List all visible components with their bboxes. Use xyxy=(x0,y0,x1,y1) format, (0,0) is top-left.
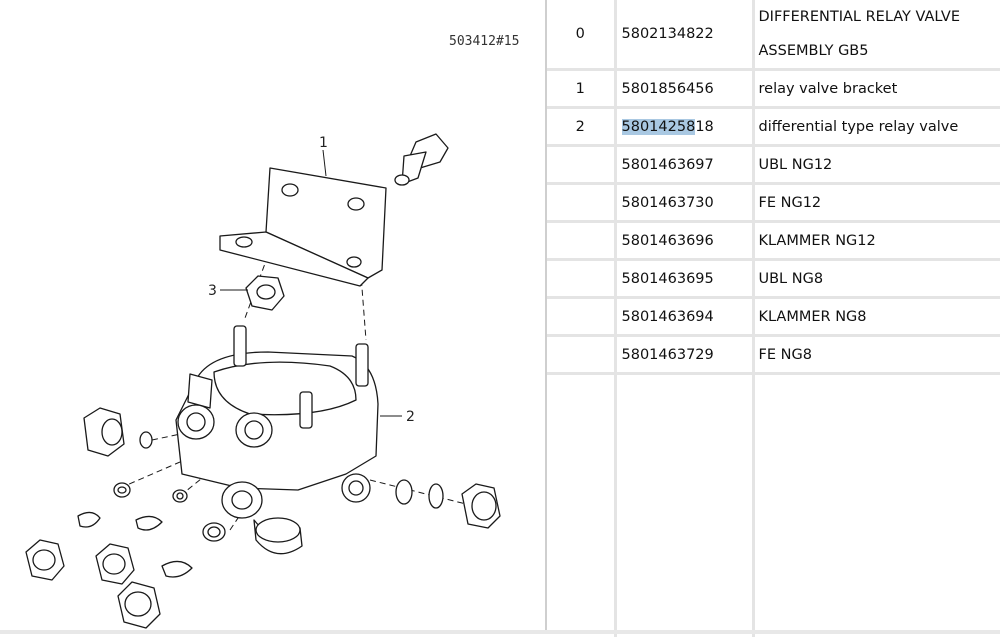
empty-cell xyxy=(547,374,615,637)
empty-cell xyxy=(753,374,1000,637)
table-row[interactable]: 5801463694 KLAMMER NG8 xyxy=(547,298,1000,336)
description-line: ASSEMBLY GB5 xyxy=(759,34,1000,68)
description-cell: FE NG8 xyxy=(753,336,1000,374)
part-number-cell[interactable]: 5801425818 xyxy=(615,108,753,146)
part-number-cell[interactable]: 5801463729 xyxy=(615,336,753,374)
table-row[interactable]: 5801463696 KLAMMER NG12 xyxy=(547,222,1000,260)
part-number-cell[interactable]: 5801463697 xyxy=(615,146,753,184)
description-cell: DIFFERENTIAL RELAY VALVE ASSEMBLY GB5 xyxy=(753,0,1000,70)
position-cell: 1 xyxy=(547,70,615,108)
description-cell: KLAMMER NG12 xyxy=(753,222,1000,260)
position-cell: 0 xyxy=(547,0,615,70)
table-row[interactable]: 2 5801425818 differential type relay val… xyxy=(547,108,1000,146)
table-row[interactable]: 5801463729 FE NG8 xyxy=(547,336,1000,374)
description-cell: UBL NG8 xyxy=(753,260,1000,298)
part-number-cell[interactable]: 5801463695 xyxy=(615,260,753,298)
bolt-part xyxy=(395,134,448,185)
drawing-id: 503412#15 xyxy=(449,34,519,49)
description-line: DIFFERENTIAL RELAY VALVE xyxy=(759,0,1000,34)
callout-3: 3 xyxy=(208,283,217,299)
position-cell xyxy=(547,222,615,260)
part-number-cell[interactable]: 5801463694 xyxy=(615,298,753,336)
differential-relay-valve-body xyxy=(176,326,378,554)
description-cell: differential type relay valve xyxy=(753,108,1000,146)
description-cell: FE NG12 xyxy=(753,184,1000,222)
description-cell: UBL NG12 xyxy=(753,146,1000,184)
position-cell xyxy=(547,260,615,298)
table-filler-row xyxy=(547,374,1000,637)
callout-2: 2 xyxy=(406,409,415,425)
position-cell xyxy=(547,184,615,222)
parts-list-pane: 0 5802134822 DIFFERENTIAL RELAY VALVE AS… xyxy=(547,0,1000,634)
selected-text[interactable]: 58014258 xyxy=(622,119,696,135)
exploded-diagram-pane: 503412#15 xyxy=(0,0,545,634)
table-row[interactable]: 5801463730 FE NG12 xyxy=(547,184,1000,222)
part-number-cell[interactable]: 5801463730 xyxy=(615,184,753,222)
position-cell: 2 xyxy=(547,108,615,146)
exploded-diagram: 1 3 2 xyxy=(0,0,545,634)
empty-cell xyxy=(615,374,753,637)
nut-part xyxy=(246,276,284,310)
part-number-cell[interactable]: 5802134822 xyxy=(615,0,753,70)
description-cell: relay valve bracket xyxy=(753,70,1000,108)
table-row[interactable]: 0 5802134822 DIFFERENTIAL RELAY VALVE AS… xyxy=(547,0,1000,70)
unselected-text: 18 xyxy=(695,119,713,135)
description-cell: KLAMMER NG8 xyxy=(753,298,1000,336)
table-row[interactable]: 5801463697 UBL NG12 xyxy=(547,146,1000,184)
table-row[interactable]: 1 5801856456 relay valve bracket xyxy=(547,70,1000,108)
part-number-cell[interactable]: 5801856456 xyxy=(615,70,753,108)
right-fittings xyxy=(396,480,500,528)
position-cell xyxy=(547,298,615,336)
table-row[interactable]: 5801463695 UBL NG8 xyxy=(547,260,1000,298)
bottom-edge-bar xyxy=(0,630,1000,634)
position-cell xyxy=(547,336,615,374)
position-cell xyxy=(547,146,615,184)
callout-1: 1 xyxy=(319,135,328,151)
relay-valve-bracket xyxy=(220,168,386,286)
part-number-cell[interactable]: 5801463696 xyxy=(615,222,753,260)
parts-table: 0 5802134822 DIFFERENTIAL RELAY VALVE AS… xyxy=(547,0,1000,637)
